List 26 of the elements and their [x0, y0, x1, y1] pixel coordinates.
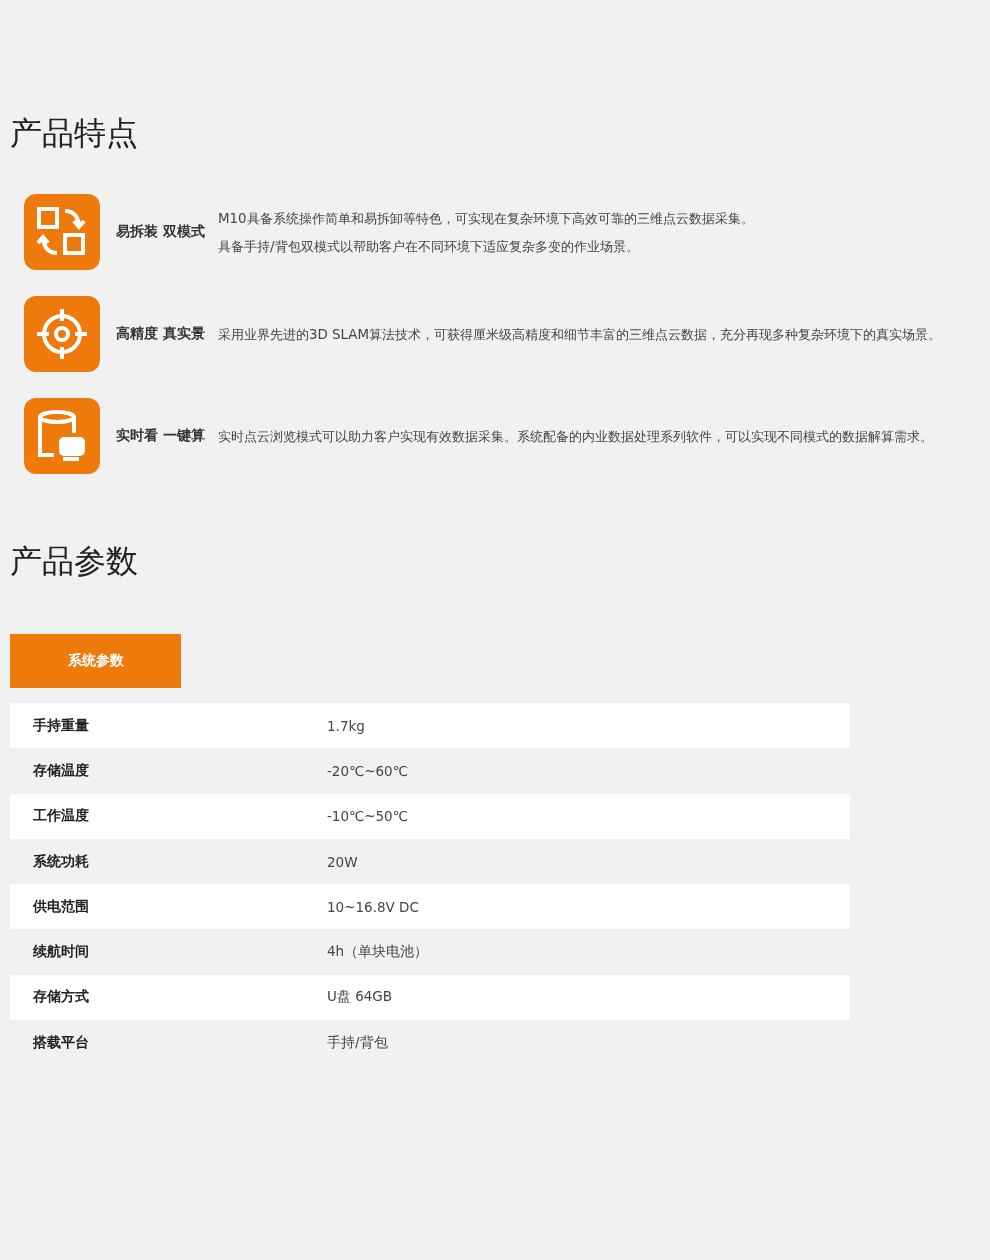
tab[interactable]: 系统参数: [10, 634, 181, 688]
spec-name: 工作温度: [32, 807, 90, 826]
feature-title: 易拆装 双模式: [116, 223, 206, 241]
spec-value: 1.7kg: [327, 717, 365, 734]
section-title: 产品特点: [10, 113, 139, 154]
spec-name: 存储温度: [32, 761, 90, 780]
feature-title: 高精度 真实景: [116, 325, 206, 343]
feature-title: 实时看 一键算: [116, 427, 206, 445]
spec-value: -10℃~50℃: [327, 808, 408, 825]
spec-name: 手持重量: [32, 716, 90, 735]
spec-value: 手持/背包: [327, 1033, 388, 1052]
spec-name: 供电范围: [32, 897, 90, 916]
spec-name: 存储方式: [32, 988, 90, 1007]
feature-description: 采用业界先进的3D SLAM算法技术，可获得厘米级高精度和细节丰富的三维点云数据，充分再现多种复杂环境下的真实场景。: [218, 325, 942, 344]
spec-value: U盘 64GB: [327, 988, 393, 1007]
spec-name: 搭载平台: [32, 1033, 90, 1052]
spec-name: 续航时间: [32, 943, 90, 962]
spec-name: 系统功耗: [32, 852, 90, 871]
feature-description: 实时点云浏览模式可以助力客户实现有效数据采集。系统配备的内业数据处理系列软件，可以实现不同模式的数据解算需求。: [218, 427, 933, 446]
section-title: 产品参数: [10, 541, 139, 582]
feature-description: M10具备系统操作简单和易拆卸等特色，可实现在复杂环境下高效可靠的三维点云数据采集。: [218, 209, 754, 228]
spec-value: -20℃~60℃: [327, 762, 408, 779]
feature-description: 具备手持/背包双模式以帮助客户在不同环境下适应复杂多变的作业场景。: [218, 237, 640, 256]
spec-value: 4h（单块电池）: [327, 943, 429, 962]
spec-value: 20W: [327, 853, 358, 870]
spec-value: 10~16.8V DC: [327, 898, 419, 915]
